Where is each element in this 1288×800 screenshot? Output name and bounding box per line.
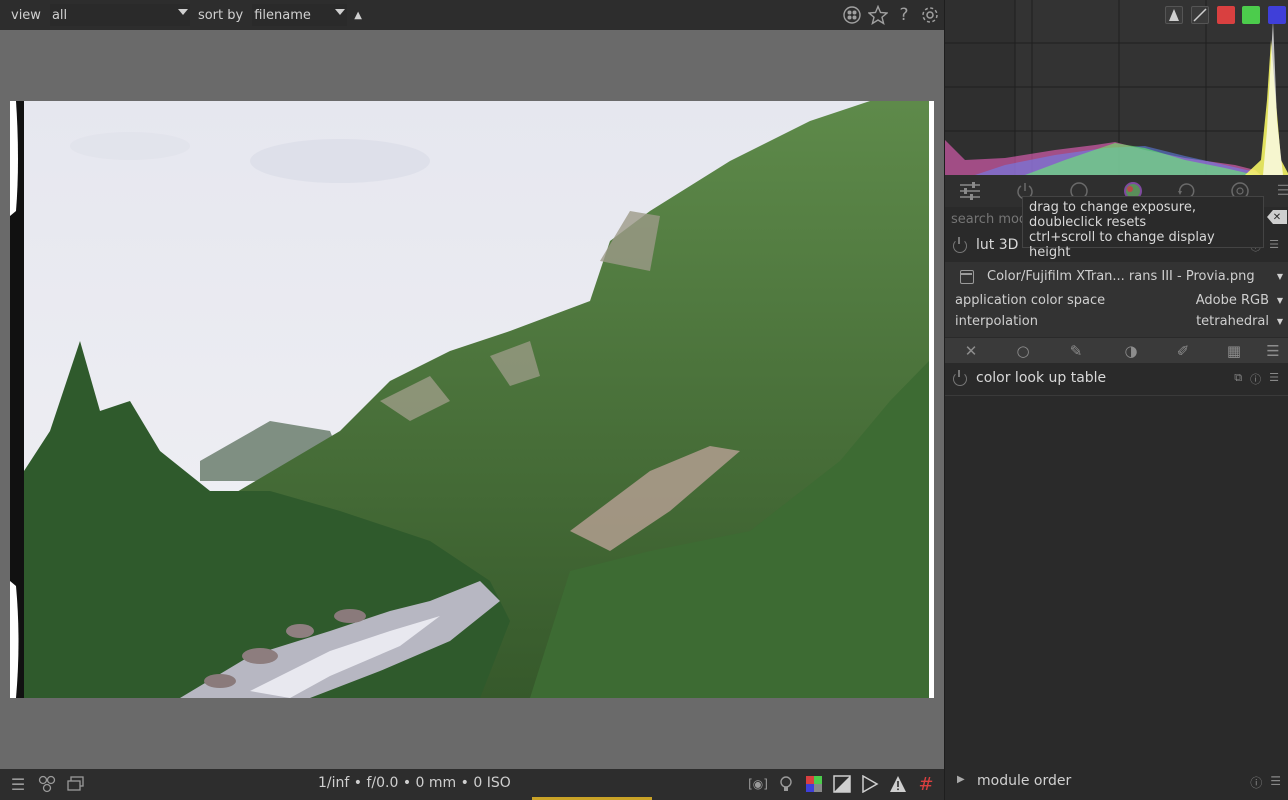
drawn-mask-icon[interactable]: ✎: [1066, 341, 1086, 361]
color-assessment-icon[interactable]: [804, 774, 824, 794]
menu-icon[interactable]: ☰: [8, 774, 28, 794]
chevron-down-icon: [177, 9, 188, 15]
bottom-toolbar: ☰ 1/inf • f/0.0 • 0 mm • 0 ISO [◉] #: [0, 769, 944, 800]
sort-label: sort by: [197, 7, 244, 23]
sort-direction-icon[interactable]: ▲: [354, 10, 362, 21]
chevron-down-icon: ▼: [1276, 317, 1283, 326]
top-right-icons: ?: [842, 0, 940, 30]
styles-icon[interactable]: [37, 774, 57, 794]
scale-icon[interactable]: [1191, 6, 1209, 24]
file-icon[interactable]: [960, 270, 974, 284]
gear-icon[interactable]: [920, 5, 940, 25]
sort-by-value: filename: [254, 7, 311, 23]
reset-icon[interactable]: ⓘ: [1250, 774, 1262, 791]
application-color-space-value: Adobe RGB: [1195, 293, 1269, 308]
power-icon[interactable]: [953, 237, 967, 253]
bottom-right-icons: [◉] #: [748, 774, 936, 795]
red-channel-toggle[interactable]: [1217, 6, 1235, 24]
raster-mask-icon[interactable]: ▦: [1224, 341, 1244, 361]
divider: [945, 395, 1288, 396]
application-color-space-row[interactable]: application color space Adobe RGB ▼: [955, 293, 1283, 313]
interpolation-row[interactable]: interpolation tetrahedral ▼: [955, 314, 1283, 334]
bottom-left-icons: ☰: [8, 774, 86, 794]
lut-file-value: Color/Fujifilm XTran... rans III - Provi…: [987, 269, 1255, 284]
top-toolbar: view all sort by filename ▲ ?: [0, 0, 944, 30]
module-order-section[interactable]: ▶ module order ⓘ ☰: [945, 768, 1288, 796]
color-labels-icon[interactable]: [842, 5, 862, 25]
warning-icon[interactable]: [888, 774, 908, 794]
multi-instance-icon[interactable]: ⧉: [1234, 371, 1242, 387]
parametric-mask-icon[interactable]: ◑: [1121, 341, 1141, 361]
blend-mask-bar: ✕ ○ ✎ ◑ ✐ ▦ ☰: [945, 338, 1288, 363]
clipping-icon[interactable]: [860, 774, 880, 794]
tooltip-line: drag to change exposure,: [1029, 200, 1196, 215]
tooltip-line: ctrl+scroll to change display height: [1029, 230, 1215, 260]
drawn-parametric-mask-icon[interactable]: ✐: [1173, 341, 1193, 361]
help-icon[interactable]: ?: [894, 5, 914, 25]
chevron-down-icon: ▼: [1276, 272, 1283, 281]
module-order-label: module order: [977, 773, 1072, 789]
presets-icon[interactable]: [958, 179, 982, 203]
raw-overexposed-icon[interactable]: [832, 774, 852, 794]
view-label: view: [11, 7, 41, 23]
star-icon[interactable]: [868, 5, 888, 25]
clear-search-icon[interactable]: ✕: [1267, 210, 1287, 224]
lut-file-row[interactable]: Color/Fujifilm XTran... rans III - Provi…: [987, 269, 1283, 289]
uniform-icon[interactable]: ○: [1013, 341, 1033, 361]
focus-peaking-icon[interactable]: [◉]: [748, 774, 768, 794]
module-order-icons: ⓘ ☰: [1250, 774, 1281, 791]
tooltip: drag to change exposure, doubleclick res…: [1022, 196, 1264, 260]
module-header-icons: ⧉ ⓘ ☰: [1234, 371, 1279, 387]
display-icon[interactable]: [66, 774, 86, 794]
reset-icon[interactable]: ⓘ: [1250, 371, 1261, 387]
guides-icon[interactable]: #: [916, 774, 936, 795]
off-icon[interactable]: ✕: [961, 341, 981, 361]
lut3d-title: lut 3D: [976, 237, 1019, 253]
power-icon[interactable]: [953, 370, 967, 386]
image-canvas[interactable]: [0, 30, 944, 769]
interpolation-value: tetrahedral: [1196, 314, 1269, 329]
view-filter-dropdown[interactable]: all: [49, 4, 190, 26]
color-lut-module-header[interactable]: color look up table ⧉ ⓘ ☰: [945, 364, 1288, 394]
photo-preview[interactable]: [10, 101, 934, 698]
exif-info: 1/inf • f/0.0 • 0 mm • 0 ISO: [318, 775, 511, 791]
presets-menu-icon[interactable]: ☰: [1269, 371, 1279, 387]
presets-menu-icon[interactable]: ☰: [1269, 238, 1279, 254]
application-color-space-label: application color space: [955, 293, 1106, 308]
menu-icon[interactable]: ☰: [1263, 341, 1283, 361]
right-panel: ☰ ✕ lut 3D ⧉ ⓘ ☰ Color/Fujifilm XTran...…: [944, 0, 1288, 800]
histogram[interactable]: [945, 0, 1288, 175]
chevron-down-icon: ▼: [1276, 296, 1283, 305]
tooltip-line: doubleclick resets: [1029, 215, 1147, 230]
interpolation-label: interpolation: [955, 314, 1038, 329]
menu-icon[interactable]: ☰: [1271, 179, 1288, 203]
presets-menu-icon[interactable]: ☰: [1270, 774, 1281, 791]
blue-channel-toggle[interactable]: [1268, 6, 1286, 24]
darktable-window: view all sort by filename ▲ ? ☰ 1/inf • …: [0, 0, 1288, 800]
expand-arrow-icon: ▶: [957, 774, 965, 785]
view-filter-value: all: [51, 7, 68, 23]
chevron-down-icon: [335, 9, 346, 15]
color-lut-title: color look up table: [976, 370, 1107, 386]
green-channel-toggle[interactable]: [1242, 6, 1260, 24]
scope-type-icon[interactable]: [1165, 6, 1183, 24]
bulb-icon[interactable]: [776, 774, 796, 794]
sort-by-dropdown[interactable]: filename: [252, 4, 348, 26]
lut3d-module-body: Color/Fujifilm XTran... rans III - Provi…: [945, 262, 1288, 337]
